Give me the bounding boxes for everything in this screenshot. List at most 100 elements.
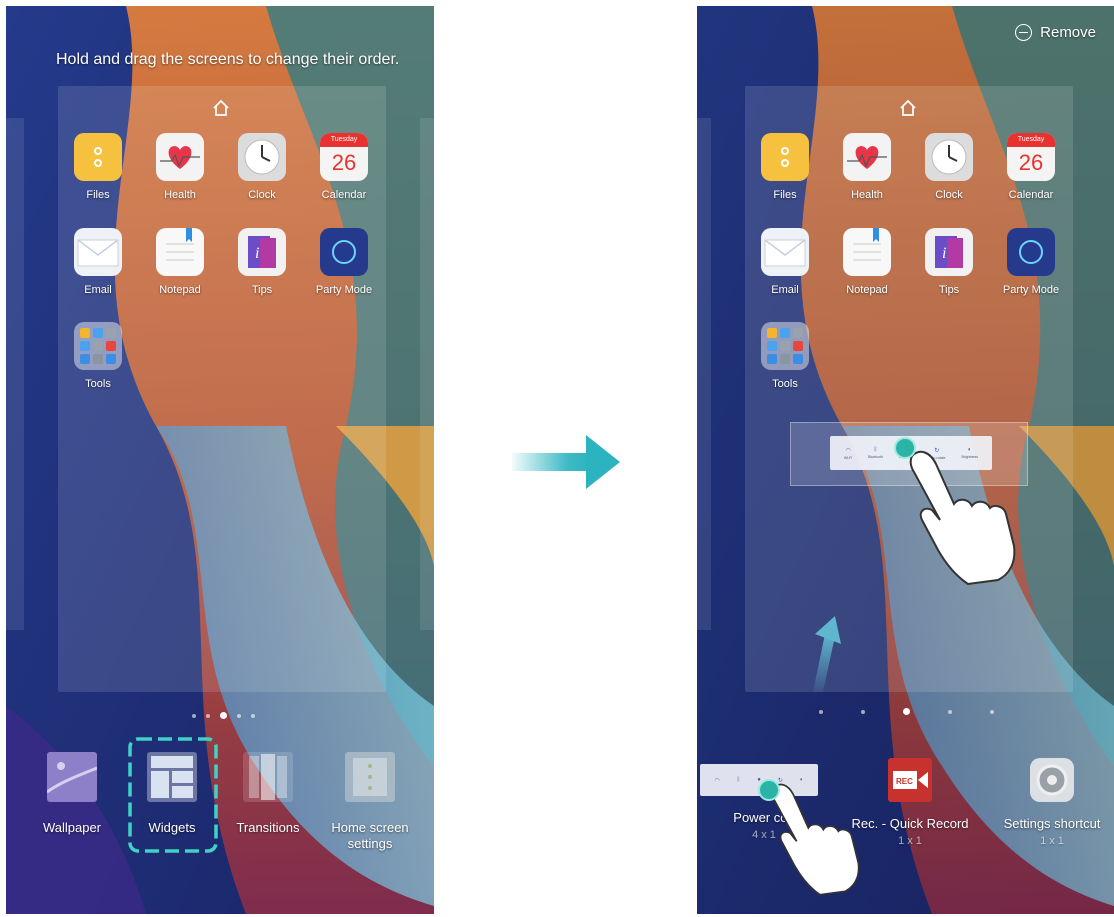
page-dot-active[interactable] xyxy=(903,708,910,715)
clock-icon xyxy=(238,133,286,181)
page-dot[interactable] xyxy=(251,713,255,718)
svg-text:i: i xyxy=(255,245,259,262)
app-notepad[interactable]: Notepad xyxy=(139,228,221,296)
settings-shortcut-widget[interactable]: Settings shortcut 1 x 1 xyxy=(987,758,1114,847)
app-party-mode[interactable]: Party Mode xyxy=(990,228,1072,296)
app-files[interactable]: Files xyxy=(57,133,139,201)
calendar-icon: Tuesday 26 xyxy=(320,133,368,181)
left-phone-screen: Hold and drag the screens to change thei… xyxy=(6,6,434,914)
app-email[interactable]: Email xyxy=(744,228,826,296)
app-label: Files xyxy=(773,189,797,201)
app-label: Email xyxy=(84,284,112,296)
home-screen-page-preview[interactable]: Files Health Clock Tuesday 26 Calendar E… xyxy=(58,86,386,692)
app-notepad[interactable]: Notepad xyxy=(826,228,908,296)
tips-icon: i xyxy=(238,228,286,276)
widget-name: Settings shortcut xyxy=(1003,816,1101,831)
right-phone-screen: Remove Files Health Clock Tuesday 26 Cal… xyxy=(697,6,1114,914)
widget-size: 1 x 1 xyxy=(1040,835,1064,847)
app-label: Notepad xyxy=(846,284,888,296)
page-dot[interactable] xyxy=(819,709,823,714)
remove-button[interactable]: Remove xyxy=(1015,24,1096,41)
svg-text:REC: REC xyxy=(896,777,913,786)
app-label: Health xyxy=(851,189,883,201)
folder-tools[interactable]: Tools xyxy=(744,322,826,390)
page-dot[interactable] xyxy=(192,713,196,718)
app-health[interactable]: Health xyxy=(826,133,908,201)
app-files[interactable]: Files xyxy=(744,133,826,201)
svg-text:i: i xyxy=(942,245,946,262)
app-label: Email xyxy=(771,284,799,296)
quick-record-icon: REC xyxy=(888,758,932,802)
app-label: Health xyxy=(164,189,196,201)
folder-tools[interactable]: Tools xyxy=(57,322,139,390)
page-dot[interactable] xyxy=(237,713,241,718)
app-calendar[interactable]: Tuesday 26 Calendar xyxy=(303,133,385,201)
home-screen-page-preview[interactable]: Files Health Clock Tuesday 26 Calendar E… xyxy=(745,86,1073,692)
widgets-highlight-frame xyxy=(128,737,218,853)
app-email[interactable]: Email xyxy=(57,228,139,296)
folder-label: Tools xyxy=(772,378,798,390)
app-label: Files xyxy=(86,189,110,201)
transition-arrow-icon xyxy=(512,435,620,489)
home-screen-settings-icon xyxy=(345,752,395,802)
remove-label: Remove xyxy=(1040,24,1096,41)
option-label: Transitions xyxy=(236,820,300,835)
wallpaper-option[interactable]: Wallpaper xyxy=(26,752,118,836)
tools-folder-icon xyxy=(761,322,809,370)
tools-folder-icon xyxy=(74,322,122,370)
app-clock[interactable]: Clock xyxy=(908,133,990,201)
page-dot[interactable] xyxy=(990,709,994,714)
party-mode-icon xyxy=(1007,228,1055,276)
page-dot[interactable] xyxy=(861,709,865,714)
drag-up-arrow-icon xyxy=(813,616,841,692)
email-icon xyxy=(761,228,809,276)
notepad-icon xyxy=(843,228,891,276)
health-icon xyxy=(156,133,204,181)
page-indicator[interactable] xyxy=(192,712,255,719)
app-tips[interactable]: i Tips xyxy=(908,228,990,296)
app-party-mode[interactable]: Party Mode xyxy=(303,228,385,296)
app-calendar[interactable]: Tuesday 26 Calendar xyxy=(990,133,1072,201)
page-dot-active[interactable] xyxy=(220,712,227,719)
left-side-page-preview[interactable] xyxy=(6,118,24,630)
health-icon xyxy=(843,133,891,181)
touch-point-icon xyxy=(758,779,780,801)
app-label: Party Mode xyxy=(315,284,373,296)
calendar-icon: Tuesday 26 xyxy=(1007,133,1055,181)
clock-icon xyxy=(925,133,973,181)
home-screen-settings-option[interactable]: Home screen settings xyxy=(324,752,416,852)
wallpaper-icon xyxy=(46,752,98,802)
tips-icon: i xyxy=(925,228,973,276)
app-label: Clock xyxy=(935,189,963,201)
home-icon[interactable] xyxy=(898,98,918,118)
email-icon xyxy=(74,228,122,276)
touch-point-icon xyxy=(894,437,916,459)
app-label: Tips xyxy=(251,284,273,296)
app-health[interactable]: Health xyxy=(139,133,221,201)
app-label: Party Mode xyxy=(1002,284,1060,296)
bluetooth-icon: ᛒ Bluetooth xyxy=(868,447,883,459)
left-side-page-preview[interactable] xyxy=(697,118,711,630)
wifi-icon: ◠ Wi-Fi xyxy=(843,447,853,460)
page-indicator[interactable] xyxy=(819,708,994,715)
app-label: Clock xyxy=(248,189,276,201)
files-icon xyxy=(74,133,122,181)
right-side-page-preview[interactable] xyxy=(420,118,434,630)
party-mode-icon xyxy=(320,228,368,276)
remove-icon xyxy=(1015,24,1033,41)
app-label: Calendar xyxy=(1008,189,1054,201)
settings-shortcut-icon xyxy=(1030,758,1074,802)
option-label: Wallpaper xyxy=(42,820,102,835)
app-label: Notepad xyxy=(159,284,201,296)
transitions-option[interactable]: Transitions xyxy=(222,752,314,836)
pointing-hand-icon xyxy=(909,450,1016,586)
folder-label: Tools xyxy=(85,378,111,390)
option-label: Home screen settings xyxy=(331,820,409,851)
page-dot[interactable] xyxy=(206,713,210,718)
page-dot[interactable] xyxy=(948,709,952,714)
transitions-icon xyxy=(243,752,293,802)
app-tips[interactable]: i Tips xyxy=(221,228,303,296)
home-icon[interactable] xyxy=(211,98,231,118)
app-label: Tips xyxy=(938,284,960,296)
app-clock[interactable]: Clock xyxy=(221,133,303,201)
